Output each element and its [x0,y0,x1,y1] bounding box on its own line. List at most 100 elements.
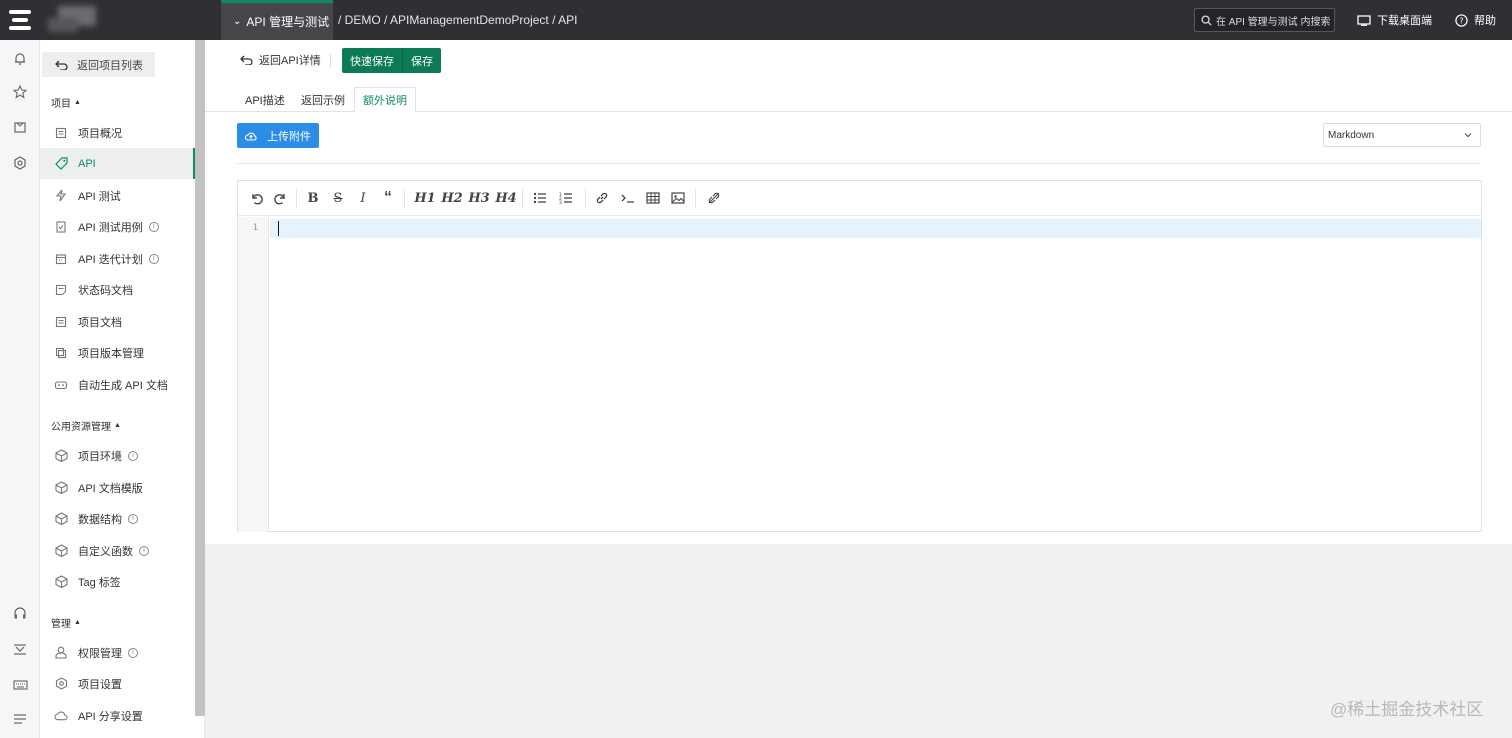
collapse-icon[interactable] [11,640,29,658]
sidebar-item-permissions[interactable]: 权限管理 i [40,637,195,668]
clipboard-check-icon [54,220,68,234]
sidebar-item-label: API [78,157,96,170]
sidebar-item-project-docs[interactable]: 项目文档 [40,306,195,337]
info-icon[interactable]: i [128,450,138,461]
cube-icon [54,481,68,495]
sidebar-item-label: Tag 标签 [78,576,121,589]
image-icon[interactable] [670,189,686,207]
sidebar-item-label: API 分享设置 [78,710,143,723]
format-select[interactable]: Markdown [1323,123,1481,147]
tab-extra-notes[interactable]: 额外说明 [354,87,416,113]
bell-icon[interactable] [11,50,29,68]
module-switcher[interactable]: ⌄ API 管理与测试 [221,0,333,40]
sidebar-item-api-share-settings[interactable]: API 分享设置 [40,700,195,731]
caret-up-icon: ▲ [74,99,81,106]
undo-icon[interactable] [248,189,264,207]
quick-save-button[interactable]: 快速保存 [342,48,402,73]
help-button[interactable]: ? 帮助 [1455,0,1496,40]
sidebar-item-label: 数据结构 [78,513,122,526]
blurred-workspace-subtitle [48,18,78,32]
heading4-icon[interactable]: H4 [495,189,517,207]
sidebar-item-api[interactable]: API [40,148,195,179]
return-api-detail-button[interactable]: 返回API详情 [240,48,321,72]
section-project[interactable]: 项目 ▲ [51,95,81,110]
chevron-down-icon [1464,133,1472,138]
sidebar-item-api-test[interactable]: API 测试 [40,180,195,211]
cloud-icon [54,709,68,723]
sidebar-item-version-management[interactable]: 项目版本管理 [40,337,195,368]
numbered-list-icon[interactable]: 123 [558,189,574,207]
star-icon[interactable] [11,83,29,101]
quote-icon[interactable]: “ [379,189,397,207]
back-label: 返回项目列表 [77,59,143,72]
toolbar-separator [585,189,586,208]
redo-icon[interactable] [272,189,288,207]
sidebar-item-data-structure[interactable]: 数据结构 i [40,503,195,534]
toolbar-separator [695,189,696,208]
info-icon[interactable]: i [148,253,159,264]
svg-text:3: 3 [559,200,562,204]
sidebar-item-tags[interactable]: Tag 标签 [40,566,195,597]
bold-icon[interactable]: B [305,189,321,207]
sidebar-item-api-doc-template[interactable]: API 文档模版 [40,472,195,503]
info-icon[interactable]: i [128,647,138,658]
document-icon [54,126,68,140]
sidebar-item-label: 项目概况 [78,127,122,140]
menu-icon[interactable] [11,710,29,728]
editor-active-line[interactable] [270,219,1481,238]
tab-response-example[interactable]: 返回示例 [293,87,353,112]
search-icon [1201,14,1212,26]
heading3-icon[interactable]: H3 [468,189,490,207]
sidebar-item-status-code-docs[interactable]: 状态码文档 [40,274,195,305]
sidebar-item-api-iteration[interactable]: API 迭代计划 i [40,243,195,274]
italic-icon[interactable]: I [355,189,371,207]
heading2-icon[interactable]: H2 [441,189,463,207]
section-project-label: 项目 [51,99,71,110]
breadcrumb[interactable]: / DEMO / APIManagementDemoProject / API [338,0,577,40]
markdown-editor: B S I “ H1 H2 H3 H4 123 1 [237,180,1482,532]
icon-rail [0,40,40,738]
keyboard-icon[interactable] [11,676,29,694]
sidebar-item-project-environment[interactable]: 项目环境 i [40,440,195,471]
text-cursor [278,221,279,236]
link-icon[interactable] [594,189,610,207]
help-icon: ? [1455,13,1468,27]
unlink-icon[interactable] [706,189,722,207]
sidebar-scrollbar[interactable] [195,40,205,716]
code-icon[interactable] [619,189,637,207]
sidebar-item-custom-function[interactable]: 自定义函数 i [40,535,195,566]
briefcase-icon[interactable] [11,118,29,136]
sidebar-item-auto-generate-docs[interactable]: 自动生成 API 文档 [40,369,195,400]
module-title: API 管理与测试 [246,15,330,29]
headset-icon[interactable] [11,604,29,622]
bullet-list-icon[interactable] [532,189,548,207]
info-icon[interactable]: i [148,221,159,232]
sidebar-item-project-settings[interactable]: 项目设置 [40,668,195,699]
info-icon[interactable]: i [128,513,138,524]
upload-attachment-button[interactable]: 上传附件 [237,123,319,148]
editor-toolbar: B S I “ H1 H2 H3 H4 123 [238,181,1481,216]
back-to-project-list-button[interactable]: 返回项目列表 [42,52,155,77]
table-icon[interactable] [645,189,661,207]
info-icon[interactable]: i [139,545,149,556]
section-manage[interactable]: 管理 ▲ [51,615,81,630]
save-button[interactable]: 保存 [402,48,441,73]
copy-icon [54,346,68,360]
app-logo[interactable] [0,0,40,40]
line-number: 1 [252,223,258,233]
strikethrough-icon[interactable]: S [330,189,346,207]
search-input[interactable]: 在 API 管理与测试 内搜索 [1194,8,1335,32]
svg-text:?: ? [1459,15,1463,25]
cube-icon [54,449,68,463]
tab-api-description[interactable]: API描述 [237,87,293,112]
help-label: 帮助 [1474,15,1496,27]
sidebar-item-api-test-case[interactable]: API 测试用例 i [40,211,195,242]
download-desktop-button[interactable]: 下载桌面端 [1357,0,1432,40]
save-button-group: 快速保存 保存 [342,48,441,73]
sidebar-item-overview[interactable]: 项目概况 [40,117,195,148]
gear-icon[interactable] [11,154,29,172]
section-public-resources[interactable]: 公用资源管理 ▲ [51,418,121,433]
heading1-icon[interactable]: H1 [414,189,436,207]
tab-bar: API描述 返回示例 额外说明 [205,87,1512,113]
format-selected-value: Markdown [1328,129,1375,141]
